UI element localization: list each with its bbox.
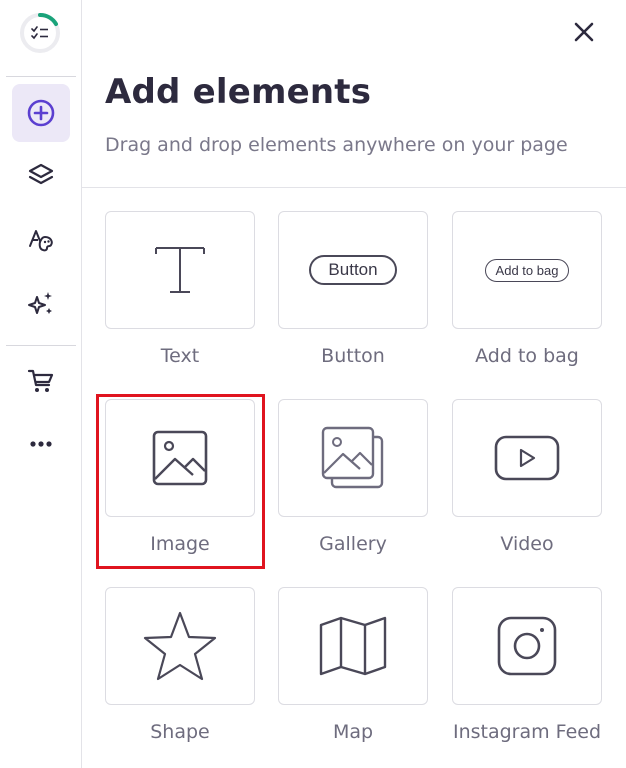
tile-preview: [452, 399, 602, 517]
element-tile-image[interactable]: Image: [105, 399, 255, 570]
element-tile-button[interactable]: Button Button: [278, 211, 428, 382]
map-icon: [319, 616, 387, 676]
typography-palette-icon: [29, 230, 53, 252]
rail-divider: [6, 76, 76, 77]
sidebar-item-layers[interactable]: [12, 146, 70, 204]
tile-label: Text: [160, 345, 200, 367]
tile-preview: Add to bag: [452, 211, 602, 329]
sidebar-item-styles[interactable]: [12, 211, 70, 269]
tile-preview: [278, 399, 428, 517]
tile-label: Add to bag: [475, 345, 579, 367]
tile-preview: [105, 587, 255, 705]
image-icon: [152, 430, 208, 486]
layers-icon: [28, 163, 54, 185]
header-divider: [82, 187, 626, 188]
tile-label: Gallery: [319, 533, 387, 555]
close-button[interactable]: [566, 14, 602, 50]
element-tile-shape[interactable]: Shape: [105, 587, 255, 758]
sidebar-item-more[interactable]: [12, 415, 70, 473]
panel-subtitle: Drag and drop elements anywhere on your …: [105, 134, 568, 156]
element-tile-add-to-bag[interactable]: Add to bag Add to bag: [452, 211, 602, 382]
checklist-progress[interactable]: [19, 12, 61, 54]
add-circle-icon: [27, 99, 55, 127]
sparkles-icon: [28, 292, 52, 314]
text-icon: [155, 247, 205, 293]
tile-label: Shape: [150, 721, 210, 743]
gallery-icon: [321, 426, 384, 489]
rail-divider: [6, 345, 76, 346]
tile-label: Video: [500, 533, 554, 555]
sidebar-rail: [0, 0, 82, 768]
shopping-cart-icon: [27, 369, 54, 392]
video-icon: [494, 435, 560, 481]
element-tile-video[interactable]: Video: [452, 399, 602, 570]
tile-label: Button: [321, 345, 385, 367]
sidebar-item-store[interactable]: [12, 352, 70, 410]
tile-preview: [452, 587, 602, 705]
element-tile-instagram-feed[interactable]: Instagram Feed: [452, 587, 602, 758]
tile-preview: [278, 587, 428, 705]
element-tile-gallery[interactable]: Gallery: [278, 399, 428, 570]
tile-label: Map: [332, 721, 374, 743]
element-tile-text[interactable]: Text: [105, 211, 255, 382]
add-to-bag-preview: Add to bag: [484, 258, 570, 282]
tile-label: Image: [150, 533, 210, 555]
tile-preview: [105, 211, 255, 329]
tile-preview: [105, 399, 255, 517]
checklist-icon: [31, 26, 48, 40]
element-tile-map[interactable]: Map: [278, 587, 428, 758]
sidebar-item-add-elements[interactable]: [12, 84, 70, 142]
panel-title: Add elements: [105, 72, 372, 112]
tile-label: Instagram Feed: [452, 721, 602, 743]
more-horizontal-icon: [30, 441, 52, 447]
instagram-icon: [497, 616, 557, 676]
close-icon: [574, 22, 594, 42]
tile-preview: Button: [278, 211, 428, 329]
sidebar-item-ai[interactable]: [12, 275, 70, 333]
button-preview: Button: [309, 255, 397, 285]
star-icon: [143, 611, 217, 681]
